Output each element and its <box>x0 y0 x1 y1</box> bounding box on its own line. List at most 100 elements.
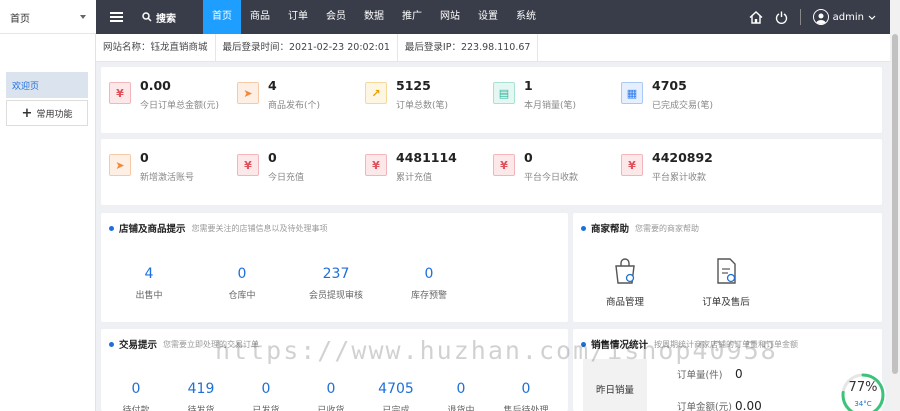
stat-value: 1 <box>524 78 533 93</box>
plane-icon: ➤ <box>109 154 131 176</box>
returning-stat[interactable]: 0 退货中 <box>426 381 496 411</box>
panel-header: 交易提示 您需要立即处理的交易订单 <box>109 337 259 351</box>
scrollbar-thumb[interactable] <box>892 34 898 374</box>
info-bar: 网站名称：钰龙直销商城 最后登录时间：2021-02-23 20:02:01 最… <box>96 33 890 62</box>
stat-value: 419 <box>187 381 215 397</box>
sidebar-item-label: 欢迎页 <box>12 81 40 92</box>
sales-row-label-text: 昨日销量 <box>595 385 634 396</box>
hamburger-icon <box>109 16 123 18</box>
stat-value: 0 <box>456 381 466 397</box>
stat-new-activated: ➤ 0 新增激活账号 <box>109 149 237 193</box>
nav-members[interactable]: 会员 <box>317 0 355 34</box>
stat-value: 0 <box>237 266 247 282</box>
menu-toggle-button[interactable] <box>96 0 136 34</box>
stat-value: 4 <box>268 78 277 93</box>
nav-home[interactable]: 首页 <box>203 0 241 34</box>
panel-header: 店铺及商品提示 您需要关注的店铺信息以及待处理事项 <box>109 221 328 235</box>
sidebar-item-welcome[interactable]: 欢迎页 <box>6 72 88 98</box>
stat-total-recharge: ¥ 4481114 累计充值 <box>365 149 493 193</box>
withdraw-review-stat[interactable]: 237 会员提现审核 <box>301 266 371 301</box>
nav-system[interactable]: 系统 <box>507 0 545 34</box>
order-document-icon <box>717 258 736 284</box>
search-icon <box>142 12 152 22</box>
yen-icon: ¥ <box>109 82 131 104</box>
panel-subtitle: 您需要关注的店铺信息以及待处理事项 <box>191 223 328 233</box>
stats-panel-1: ¥ 0.00 今日订单总金额(元) ➤ 4 商品发布(个) ↗ 5125 订单总数(笔… <box>101 67 882 133</box>
yen-icon: ¥ <box>621 154 643 176</box>
home-icon[interactable] <box>749 10 763 24</box>
stat-value: 4705 <box>378 381 414 397</box>
stat-value: 0 <box>131 381 141 397</box>
on-sale-stat[interactable]: 4 出售中 <box>114 266 184 301</box>
stat-label: 退货中 <box>447 406 475 411</box>
stat-label: 累计充值 <box>396 173 433 183</box>
nav-orders[interactable]: 订单 <box>279 0 317 34</box>
performance-gauge[interactable]: 77% 34°C <box>840 372 886 411</box>
order-aftersale-link[interactable]: 订单及售后 <box>681 257 771 308</box>
stat-label: 已发货 <box>252 406 280 411</box>
bullet-icon <box>109 225 114 231</box>
sidebar-item-label: 常用功能 <box>36 109 73 120</box>
stat-label: 今日充值 <box>268 173 305 183</box>
sidebar-item-common-functions[interactable]: + 常用功能 <box>6 100 88 126</box>
nav-website[interactable]: 网站 <box>431 0 469 34</box>
stat-value: 0 <box>521 381 531 397</box>
stat-label: 售后待处理 <box>503 406 549 411</box>
stat-value: 5125 <box>396 78 431 93</box>
search-button[interactable]: 搜索 <box>142 0 176 34</box>
shipped-stat[interactable]: 0 已发货 <box>231 381 301 411</box>
power-icon[interactable] <box>775 11 788 24</box>
site-name: 网站名称：钰龙直销商城 <box>96 33 216 62</box>
main-nav: 首页 商品 订单 会员 数据 推广 网站 设置 系统 <box>203 0 545 34</box>
stat-label: 已完成 <box>382 406 410 411</box>
stat-label: 库存预警 <box>410 291 447 301</box>
search-label: 搜索 <box>156 13 176 25</box>
page-scrollbar[interactable] <box>890 0 900 411</box>
nav-goods[interactable]: 商品 <box>241 0 279 34</box>
stat-platform-today-receipts: ¥ 0 平台今日收款 <box>493 149 621 193</box>
stat-value: 237 <box>322 266 350 282</box>
stat-label: 待发货 <box>187 406 215 411</box>
yen-icon: ¥ <box>493 154 515 176</box>
sales-stats-panel: 销售情况统计 按周期统计商家店铺的订单量和订单金额 昨日销量 订单量(件) 0 … <box>573 329 882 411</box>
stock-alert-stat[interactable]: 0 库存预警 <box>394 266 464 301</box>
user-menu[interactable]: admin <box>812 9 876 25</box>
row-value: 0 <box>735 367 743 381</box>
yen-icon: ¥ <box>365 154 387 176</box>
aftersale-pending-stat[interactable]: 0 售后待处理 <box>491 381 561 411</box>
sales-row-label: 昨日销量 <box>583 359 647 411</box>
module-select[interactable]: 首页 <box>0 0 96 34</box>
stat-label: 出售中 <box>135 291 163 301</box>
nav-data[interactable]: 数据 <box>355 0 393 34</box>
module-select-value: 首页 <box>10 13 30 25</box>
bullet-icon <box>581 225 586 231</box>
gauge-temperature: 34°C <box>854 400 872 408</box>
stat-value: 0 <box>261 381 271 397</box>
stat-label: 待付款 <box>122 406 150 411</box>
stats-panel-2: ➤ 0 新增激活账号 ¥ 0 今日充值 ¥ 4481114 累计充值 ¥ 0 平台今日收… <box>101 139 882 205</box>
stat-today-order-amount: ¥ 0.00 今日订单总金额(元) <box>109 77 237 121</box>
caret-down-icon <box>80 15 86 19</box>
panel-title: 商家帮助 <box>591 224 630 235</box>
panel-subtitle: 您需要的商家帮助 <box>635 223 700 233</box>
chart-icon: ↗ <box>365 82 387 104</box>
panel-header: 销售情况统计 按周期统计商家店铺的订单量和订单金额 <box>581 337 798 351</box>
received-stat[interactable]: 0 已收货 <box>296 381 366 411</box>
nav-promote[interactable]: 推广 <box>393 0 431 34</box>
stat-label: 已完成交易(笔) <box>652 101 714 111</box>
stat-value: 4481114 <box>396 150 457 165</box>
in-warehouse-stat[interactable]: 0 仓库中 <box>207 266 277 301</box>
stat-label: 仓库中 <box>228 291 256 301</box>
top-bar: 搜索 首页 商品 订单 会员 数据 推广 网站 设置 系统 admin <box>0 0 890 34</box>
panel-title: 交易提示 <box>119 340 158 351</box>
pending-payment-stat[interactable]: 0 待付款 <box>101 381 171 411</box>
stat-value: 4420892 <box>652 150 713 165</box>
goods-management-link[interactable]: 商品管理 <box>580 257 670 308</box>
document-icon: ▦ <box>621 82 643 104</box>
top-tools: admin <box>749 0 876 34</box>
nav-settings[interactable]: 设置 <box>469 0 507 34</box>
completed-stat[interactable]: 4705 已完成 <box>361 381 431 411</box>
stat-label: 平台累计收款 <box>652 173 707 183</box>
pending-shipment-stat[interactable]: 419 待发货 <box>166 381 236 411</box>
divider <box>799 9 801 25</box>
